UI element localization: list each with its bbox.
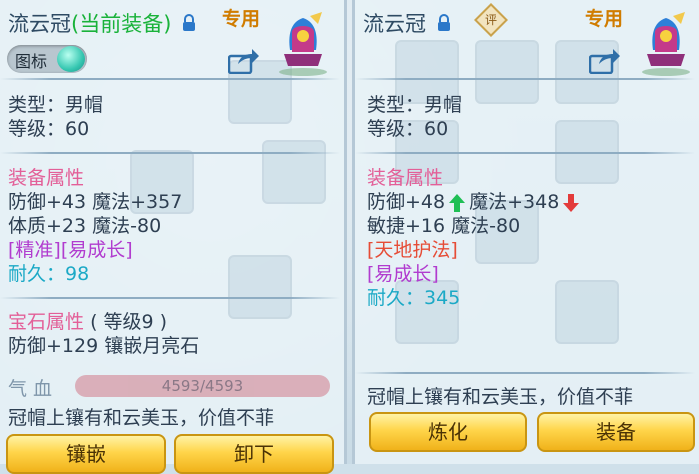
eval-badge-icon[interactable]: 评 — [474, 3, 508, 37]
arrow-up-icon — [449, 193, 466, 212]
special-tag: [易成长] — [367, 263, 439, 285]
item-description: 冠帽上镶有和云美玉，价值不菲 — [8, 407, 275, 429]
gem-level: ( 等级9 ) — [90, 311, 168, 333]
exclusive-label: 专用 — [585, 8, 624, 30]
gem-attr-heading: 宝石属性 — [8, 311, 85, 333]
equip-attr-heading: 装备属性 — [8, 167, 85, 189]
type-line: 类型：男帽 — [367, 94, 463, 116]
icon-toggle[interactable]: 图标 — [7, 45, 87, 73]
divider — [0, 297, 340, 299]
inlay-button[interactable]: 镶嵌 — [6, 434, 166, 474]
lock-icon[interactable] — [437, 13, 451, 37]
divider — [0, 152, 340, 154]
refine-button[interactable]: 炼化 — [369, 412, 527, 452]
lock-icon[interactable] — [182, 13, 196, 37]
equip-attr-heading: 装备属性 — [367, 167, 444, 189]
icon-toggle-label: 图标 — [15, 52, 48, 71]
durability: 耐久：345 — [367, 287, 461, 309]
attr-defense: 防御+48 — [367, 191, 446, 213]
attr-line-2: 体质+23 魔法-80 — [8, 215, 162, 237]
divider — [0, 78, 340, 80]
special-tags: [精准][易成长] — [8, 239, 133, 261]
durability: 耐久：98 — [8, 263, 90, 285]
share-icon[interactable] — [589, 48, 621, 74]
compare-equipment-panel: 流云冠 评 专用 类型：男帽 等级：60 装备属性 防御+48 魔法+348 敏捷… — [352, 0, 699, 464]
level-line: 等级：60 — [367, 118, 449, 140]
hp-label: 气 血 — [8, 378, 53, 400]
exclusive-label: 专用 — [222, 8, 261, 30]
hp-value: 4593/4593 — [161, 377, 244, 395]
hp-bar: 4593/4593 — [75, 375, 330, 397]
item-title: 流云冠 — [363, 8, 451, 38]
divider — [355, 152, 695, 154]
item-name: 流云冠 — [8, 12, 71, 36]
hat-icon — [642, 12, 690, 76]
level-line: 等级：60 — [8, 118, 90, 140]
current-equipped-label: (当前装备) — [71, 12, 172, 36]
attr-line-2: 敏捷+16 魔法-80 — [367, 215, 521, 237]
type-line: 类型：男帽 — [8, 94, 104, 116]
attr-line-1: 防御+43 魔法+357 — [8, 191, 183, 213]
special-skill-tag: [天地护法] — [367, 239, 458, 261]
toggle-knob-icon — [57, 46, 85, 72]
item-title: 流云冠(当前装备) — [8, 8, 196, 38]
unequip-button[interactable]: 卸下 — [174, 434, 334, 474]
item-name: 流云冠 — [363, 12, 426, 36]
eval-label: 评 — [484, 13, 497, 27]
share-icon[interactable] — [228, 48, 260, 74]
gem-line: 防御+129 镶嵌月亮石 — [8, 335, 200, 357]
divider — [355, 372, 695, 374]
gem-heading: 宝石属性 ( 等级9 ) — [8, 310, 167, 334]
attr-magic: 魔法+348 — [469, 191, 560, 213]
divider — [355, 78, 695, 80]
item-description: 冠帽上镶有和云美玉，价值不菲 — [367, 386, 634, 408]
hat-icon — [279, 12, 327, 76]
current-equipment-panel: 流云冠(当前装备) 专用 图标 类型：男帽 等级：60 装备属性 防御+43 魔… — [0, 0, 347, 474]
arrow-down-icon — [563, 193, 580, 212]
equip-button[interactable]: 装备 — [537, 412, 695, 452]
attr-line-1: 防御+48 魔法+348 — [367, 190, 583, 214]
